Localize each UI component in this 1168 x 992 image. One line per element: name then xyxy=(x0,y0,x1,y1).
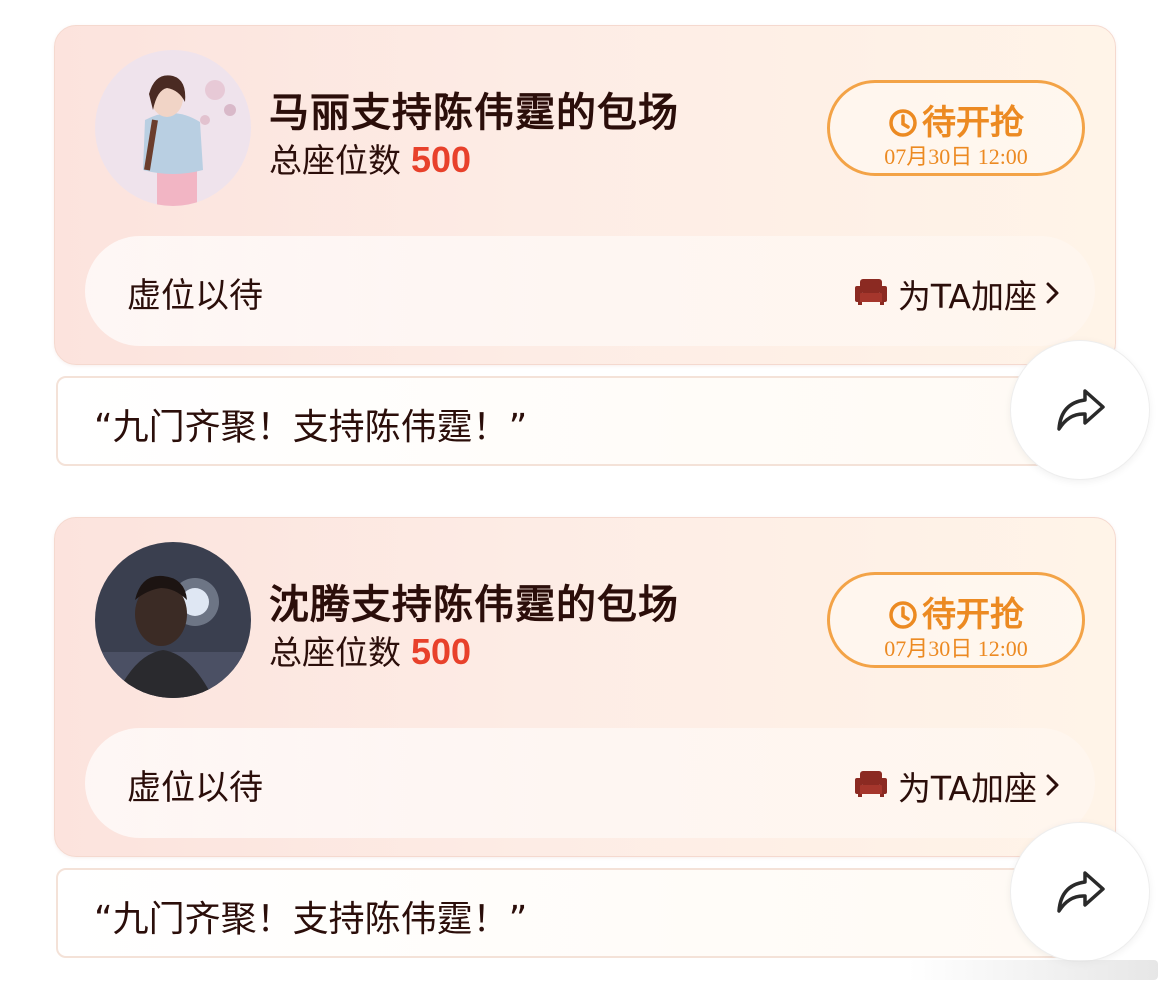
quote-text: “九门齐聚！支持陈伟霆！” xyxy=(94,407,528,448)
seat-count-value: 500 xyxy=(411,139,472,180)
status-label: 待开抢 xyxy=(922,595,1024,635)
card-title: 沈腾支持陈伟霆的包场 xyxy=(269,582,679,628)
add-seat-label: 为TA加座 xyxy=(897,277,1037,316)
share-button[interactable] xyxy=(1010,822,1150,962)
avatar-photo-woman xyxy=(95,50,251,206)
avatar-photo-man xyxy=(95,542,251,698)
sofa-icon xyxy=(854,767,888,806)
quote-box-1: “九门齐聚！支持陈伟霆！” xyxy=(56,376,1110,466)
booking-card-1[interactable]: 马丽支持陈伟霆的包场 总座位数 500 待开抢 07月30日 12:00 虚位以待 xyxy=(54,25,1116,365)
seat-count-label: 总座位数 xyxy=(269,633,401,672)
placeholder-text: 虚位以待 xyxy=(127,768,263,808)
placeholder-text: 虚位以待 xyxy=(127,276,263,316)
chevron-right-icon xyxy=(1045,275,1061,314)
booking-card-2[interactable]: 沈腾支持陈伟霆的包场 总座位数 500 待开抢 07月30日 12:00 虚位以待 xyxy=(54,517,1116,857)
quote-box-2: “九门齐聚！支持陈伟霆！” xyxy=(56,868,1110,958)
status-time: 07月30日 12:00 xyxy=(884,144,1028,169)
seat-bar: 虚位以待 为TA加座 xyxy=(85,236,1095,346)
status-button[interactable]: 待开抢 07月30日 12:00 xyxy=(827,80,1085,176)
seat-count: 总座位数 500 xyxy=(269,134,471,182)
share-arrow-icon xyxy=(1057,871,1105,913)
watermark xyxy=(908,960,1158,980)
seat-bar: 虚位以待 为TA加座 xyxy=(85,728,1095,838)
add-seat-label: 为TA加座 xyxy=(897,769,1037,808)
avatar[interactable] xyxy=(95,542,251,698)
share-button[interactable] xyxy=(1010,340,1150,480)
sofa-icon xyxy=(854,275,888,314)
chevron-right-icon xyxy=(1045,767,1061,806)
add-seat-link[interactable]: 为TA加座 xyxy=(854,762,1061,810)
status-time: 07月30日 12:00 xyxy=(884,636,1028,661)
avatar[interactable] xyxy=(95,50,251,206)
quote-text: “九门齐聚！支持陈伟霆！” xyxy=(94,899,528,940)
seat-count: 总座位数 500 xyxy=(269,626,471,674)
card-title: 马丽支持陈伟霆的包场 xyxy=(269,90,679,136)
status-button[interactable]: 待开抢 07月30日 12:00 xyxy=(827,572,1085,668)
seat-count-value: 500 xyxy=(411,631,472,672)
page: 马丽支持陈伟霆的包场 总座位数 500 待开抢 07月30日 12:00 虚位以待 xyxy=(0,0,1168,992)
seat-count-label: 总座位数 xyxy=(269,141,401,180)
status-label: 待开抢 xyxy=(922,103,1024,143)
share-arrow-icon xyxy=(1057,389,1105,431)
add-seat-link[interactable]: 为TA加座 xyxy=(854,270,1061,318)
